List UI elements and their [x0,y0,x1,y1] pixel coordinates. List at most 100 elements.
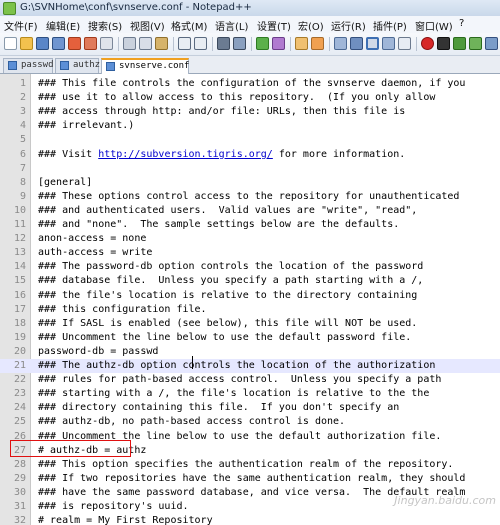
tab-bar: passwd authz svnserve.conf [0,56,500,74]
show-all-chars-icon[interactable] [350,37,363,50]
code-text: ### If SASL is enabled (see below), this… [38,317,418,329]
line-number: 15 [13,275,26,287]
cut-icon[interactable] [123,37,136,50]
code-line: 8 [general] [0,176,500,190]
menu-file[interactable]: 文件(F) [4,18,38,33]
line-number: 3 [19,106,26,118]
zoom-out-icon[interactable] [272,37,285,50]
code-text: ### this configuration file. [38,303,207,315]
menu-help[interactable]: ? [459,18,464,29]
line-number: 1 [19,78,26,89]
code-text: password-db = passwd [38,345,159,357]
close-file-icon[interactable] [68,37,81,50]
tab-label: authz [73,60,101,70]
stop-recording-icon[interactable] [437,37,450,50]
redo-icon[interactable] [194,37,207,50]
menu-bar: 文件(F) 编辑(E) 搜索(S) 视图(V) 格式(M) 语言(L) 设置(T… [0,16,500,34]
code-text: ### access through http: and/or file: UR… [38,106,406,118]
notepadpp-app-icon [3,2,16,15]
code-line: 22 ### rules for path-based access contro… [0,373,500,387]
find-icon[interactable] [217,37,230,50]
annotation-highlight-box [10,440,131,457]
code-line: 15 ### database file. Unless you specify … [0,274,500,288]
line-number: 30 [13,486,26,498]
watermark: Jingyan.baidu.com [394,494,496,507]
code-line: 2 ### use it to allow access to this repo… [0,91,500,105]
code-line: 29 ### If two repositories have the same … [0,472,500,486]
line-number: 13 [13,247,26,259]
line-number: 20 [13,345,26,357]
menu-window[interactable]: 窗口(W) [415,18,453,33]
code-text: ### and authenticated users. Valid value… [38,204,418,216]
code-line: 21 ### The authz-db option controls the l… [0,359,500,373]
tab-passwd[interactable]: passwd [3,58,54,73]
line-number: 24 [13,402,26,414]
line-number: 14 [13,261,26,273]
new-file-icon[interactable] [4,37,17,50]
code-text: ### These options control access to the … [38,190,460,202]
paste-icon[interactable] [155,37,168,50]
line-number: 32 [13,515,26,525]
play-macro-icon[interactable] [453,37,466,50]
tab-svnserve-conf[interactable]: svnserve.conf [101,58,189,74]
function-list-icon[interactable] [398,37,411,50]
code-line: 3 ### access through http: and/or file: U… [0,105,500,119]
copy-icon[interactable] [139,37,152,50]
toolbar-separator [118,37,119,51]
code-line: 6 ### Visit http://subversion.tigris.org/… [0,148,500,162]
indent-guide-icon[interactable] [366,37,379,50]
menu-plugins[interactable]: 插件(P) [373,18,407,33]
code-line: 17 ### this configuration file. [0,303,500,317]
url-link[interactable]: http://subversion.tigris.org/ [98,149,273,160]
save-icon[interactable] [36,37,49,50]
file-icon [60,61,69,70]
doc-map-icon[interactable] [382,37,395,50]
code-line: 10 ### and authenticated users. Valid val… [0,204,500,218]
open-file-icon[interactable] [20,37,33,50]
line-number: 7 [19,162,26,174]
menu-view[interactable]: 视图(V) [130,18,165,33]
toolbar-separator [212,37,213,51]
save-all-icon[interactable] [52,37,65,50]
code-line: 32 # realm = My First Repository [0,514,500,525]
code-text: ### is repository's uuid. [38,501,189,512]
title-bar: G:\SVNHome\conf\svnserve.conf - Notepad+… [0,0,500,17]
menu-format[interactable]: 格式(M) [171,18,207,33]
line-number: 31 [13,501,26,512]
record-macro-icon[interactable] [421,37,434,50]
menu-edit[interactable]: 编辑(E) [46,18,80,33]
code-text: [general] [38,176,93,188]
zoom-in-icon[interactable] [256,37,269,50]
line-number: 5 [19,134,26,146]
tab-label: svnserve.conf [119,61,190,71]
word-wrap-icon[interactable] [334,37,347,50]
editor-area[interactable]: 1 ### This file controls the configuratio… [0,74,500,525]
menu-run[interactable]: 运行(R) [331,18,366,33]
tab-authz[interactable]: authz [55,58,101,73]
code-line: 19 ### Uncomment the line below to use th… [0,331,500,345]
menu-language[interactable]: 语言(L) [215,18,248,33]
line-number: 25 [13,416,26,428]
code-line: 12 anon-access = none [0,232,500,246]
replace-icon[interactable] [233,37,246,50]
close-all-icon[interactable] [84,37,97,50]
line-number: 11 [13,219,26,230]
run-macro-multiple-icon[interactable] [469,37,482,50]
sync-vertical-icon[interactable] [295,37,308,50]
menu-macro[interactable]: 宏(O) [298,18,324,33]
line-number: 16 [13,289,26,301]
print-icon[interactable] [100,37,113,50]
undo-icon[interactable] [178,37,191,50]
sync-horizontal-icon[interactable] [311,37,324,50]
line-number: 6 [19,148,26,160]
line-number: 18 [13,317,26,329]
code-line: 13 auth-access = write [0,246,500,260]
code-text: auth-access = write [38,247,153,259]
code-text: ### If two repositories have the same au… [38,472,466,484]
save-macro-icon[interactable] [485,37,498,50]
code-text: ### starting with a /, the file's locati… [38,388,430,400]
menu-settings[interactable]: 设置(T) [257,18,291,33]
code-text: ### directory containing this file. If y… [38,402,400,414]
menu-search[interactable]: 搜索(S) [88,18,122,33]
code-line: 25 ### authz-db, no path-based access con… [0,415,500,429]
